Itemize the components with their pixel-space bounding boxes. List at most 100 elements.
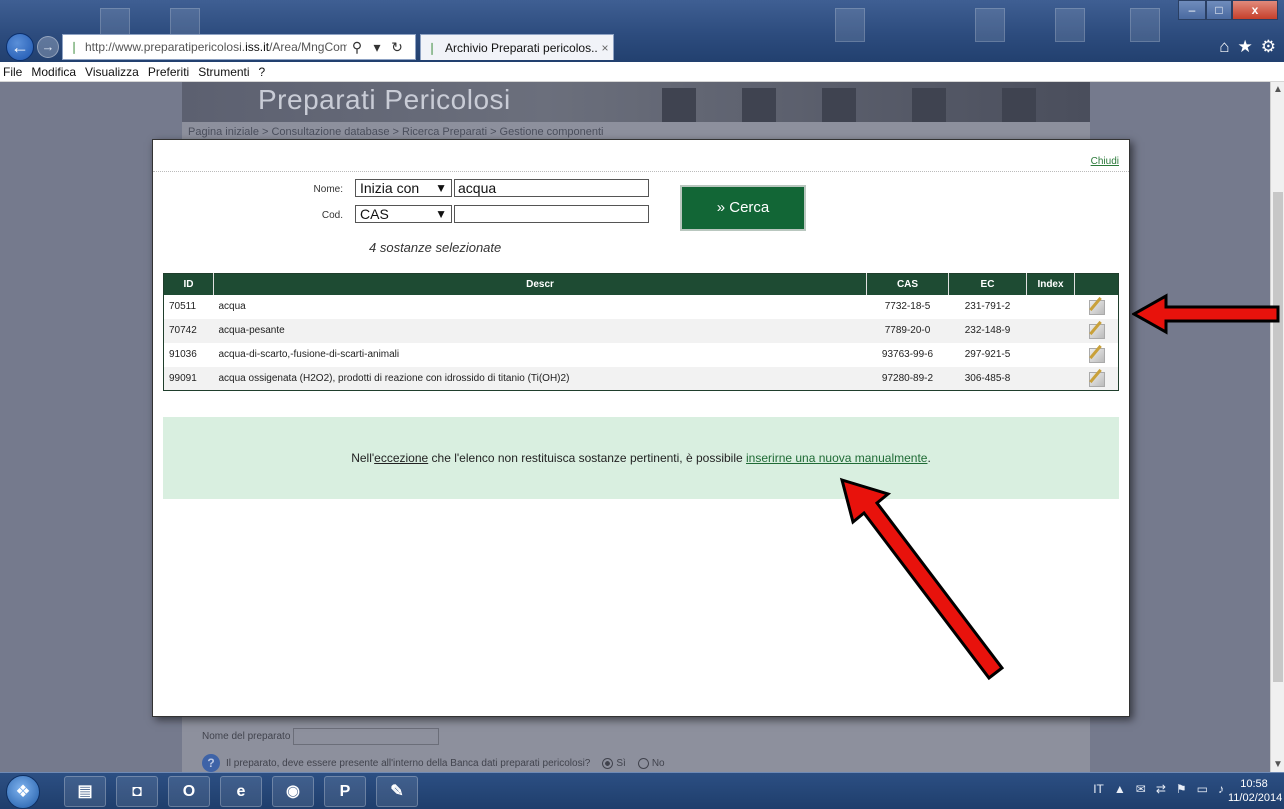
cell-action (1075, 295, 1119, 319)
display-icon[interactable]: ▭ (1197, 782, 1208, 796)
tab-close-icon[interactable]: × (597, 41, 613, 55)
browser-tab[interactable]: ❘ Archivio Preparati pericolos... × (420, 34, 614, 60)
col-descr[interactable]: Descr (213, 273, 867, 295)
menu-file[interactable]: File (3, 65, 22, 79)
outlook-icon: O (182, 783, 196, 800)
taskbar-explorer[interactable]: ▤ (64, 776, 106, 807)
radio-no-icon (637, 757, 649, 769)
component-search-dialog: Chiudi Nome: Inizia con ▼ acqua Cod. CAS… (152, 139, 1130, 717)
powerpoint-icon: P (339, 783, 351, 800)
language-indicator[interactable]: IT (1093, 782, 1104, 796)
tray-expand-icon[interactable]: ▲ (1114, 782, 1126, 796)
network-icon[interactable]: ⇄ (1156, 782, 1166, 796)
browser-toolbar-icons: ⌂ ★ ⚙ (1219, 37, 1276, 57)
window-controls: – □ x (1178, 0, 1278, 20)
background-tile (1055, 8, 1085, 42)
folder-icon: ▤ (77, 783, 93, 800)
address-bar[interactable]: ❘ http://www.preparatipericolosi.iss.it/… (62, 34, 416, 60)
start-button[interactable]: ❖ (6, 775, 40, 809)
table-row[interactable]: 70511 acqua 7732-18-5 231-791-2 (164, 295, 1119, 319)
cell-index (1027, 295, 1075, 319)
cell-ec: 297-921-5 (964, 349, 1011, 360)
clock-time: 10:58 (1240, 778, 1268, 790)
system-clock[interactable]: 10:58 11/02/2014 (1228, 777, 1283, 805)
insert-manually-link[interactable]: inserirne una nuova manualmente (746, 451, 927, 465)
minimize-button[interactable]: – (1178, 0, 1206, 20)
chrome-icon: ◉ (286, 783, 300, 800)
taskbar-paint[interactable]: ✎ (376, 776, 418, 807)
cell-cas: 7789-20-0 (866, 318, 949, 343)
scroll-thumb[interactable] (1273, 192, 1283, 682)
code-type-select[interactable]: CAS ▼ (355, 205, 452, 223)
close-window-button[interactable]: x (1232, 0, 1278, 20)
cell-id: 91036 (169, 349, 197, 360)
manual-insert-notice: Nell'eccezione che l'elenco non restitui… (163, 417, 1119, 499)
taskbar-outlook[interactable]: O (168, 776, 210, 807)
cell-index (1026, 366, 1075, 391)
help-question-icon: ? (202, 754, 220, 772)
col-id[interactable]: ID (163, 273, 214, 295)
scroll-up-icon[interactable]: ▲ (1271, 84, 1284, 95)
search-icon[interactable]: ⚲ (347, 39, 367, 56)
system-tray: IT ▲ ✉ ⇄ ⚑ ▭ ♪ (1093, 782, 1224, 796)
back-button[interactable]: ← (6, 33, 34, 61)
media-player-icon: ◘ (132, 783, 142, 800)
behind-name-input (293, 728, 440, 745)
cell-id: 70511 (169, 301, 197, 312)
home-icon[interactable]: ⌂ (1219, 37, 1229, 57)
cell-id: 99091 (163, 366, 214, 391)
col-ec[interactable]: EC (948, 273, 1027, 295)
taskbar-media[interactable]: ◘ (116, 776, 158, 807)
volume-icon[interactable]: ♪ (1218, 782, 1224, 796)
refresh-icon[interactable]: ↻ (387, 39, 407, 56)
cell-cas: 97280-89-2 (866, 366, 949, 391)
cell-descr: acqua (218, 301, 246, 312)
edit-pencil-icon[interactable] (1087, 368, 1106, 387)
clock-date: 11/02/2014 (1228, 792, 1283, 804)
favorites-star-icon[interactable]: ★ (1238, 37, 1253, 57)
taskbar-chrome[interactable]: ◉ (272, 776, 314, 807)
back-arrow-icon: ← (11, 37, 29, 57)
result-count: 4 sostanze selezionate (369, 240, 502, 255)
menu-preferiti[interactable]: Preferiti (148, 65, 189, 79)
menu-visualizza[interactable]: Visualizza (85, 65, 139, 79)
table-row[interactable]: 99091 acqua ossigenata (H2O2), prodotti … (163, 366, 1119, 391)
menu-strumenti[interactable]: Strumenti (198, 65, 249, 79)
menu-help[interactable]: ? (259, 65, 266, 79)
close-dialog-link[interactable]: Chiudi (1091, 156, 1119, 167)
divider (153, 171, 1129, 172)
behind-name-field: Nome del preparato (202, 728, 440, 745)
name-input[interactable]: acqua (454, 179, 649, 197)
col-cas[interactable]: CAS (866, 273, 949, 295)
table-row[interactable]: 70742 acqua-pesante 7789-20-0 232-148-9 (163, 318, 1119, 343)
table-row[interactable]: 91036 acqua-di-scarto,-fusione-di-scarti… (164, 343, 1119, 367)
edit-pencil-icon[interactable] (1087, 296, 1106, 315)
results-table: ID Descr CAS EC Index 70511 acqua 7732-1… (163, 273, 1119, 391)
scroll-down-icon[interactable]: ▼ (1271, 759, 1284, 770)
search-button[interactable]: » Cerca (680, 185, 806, 231)
cell-cas: 7732-18-5 (884, 301, 931, 312)
taskbar-ie[interactable]: e (220, 776, 262, 807)
settings-gear-icon[interactable]: ⚙ (1261, 37, 1276, 57)
maximize-button[interactable]: □ (1206, 0, 1232, 20)
site-identity-icon: ❘ (69, 40, 80, 54)
forward-button[interactable]: → (37, 36, 59, 58)
internet-explorer-icon: e (236, 783, 246, 800)
taskbar-powerpoint[interactable]: P (324, 776, 366, 807)
col-index[interactable]: Index (1026, 273, 1075, 295)
menu-modifica[interactable]: Modifica (31, 65, 76, 79)
chevron-down-icon: ▼ (435, 181, 447, 195)
flag-icon[interactable]: ⚑ (1176, 782, 1187, 796)
name-label: Nome: (313, 184, 343, 195)
cell-ec: 306-485-8 (948, 366, 1027, 391)
mail-icon[interactable]: ✉ (1136, 782, 1146, 796)
cell-cas: 93763-99-6 (881, 349, 934, 360)
edit-pencil-icon[interactable] (1087, 320, 1106, 339)
chevron-down-icon[interactable]: ▾ (367, 39, 387, 56)
edit-pencil-icon[interactable] (1087, 344, 1106, 363)
windows-logo-icon: ❖ (15, 782, 31, 801)
name-match-select[interactable]: Inizia con ▼ (355, 179, 452, 197)
page-scrollbar[interactable]: ▲ ▼ (1270, 82, 1284, 772)
cell-id: 70742 (163, 318, 214, 343)
code-input[interactable] (454, 205, 649, 223)
